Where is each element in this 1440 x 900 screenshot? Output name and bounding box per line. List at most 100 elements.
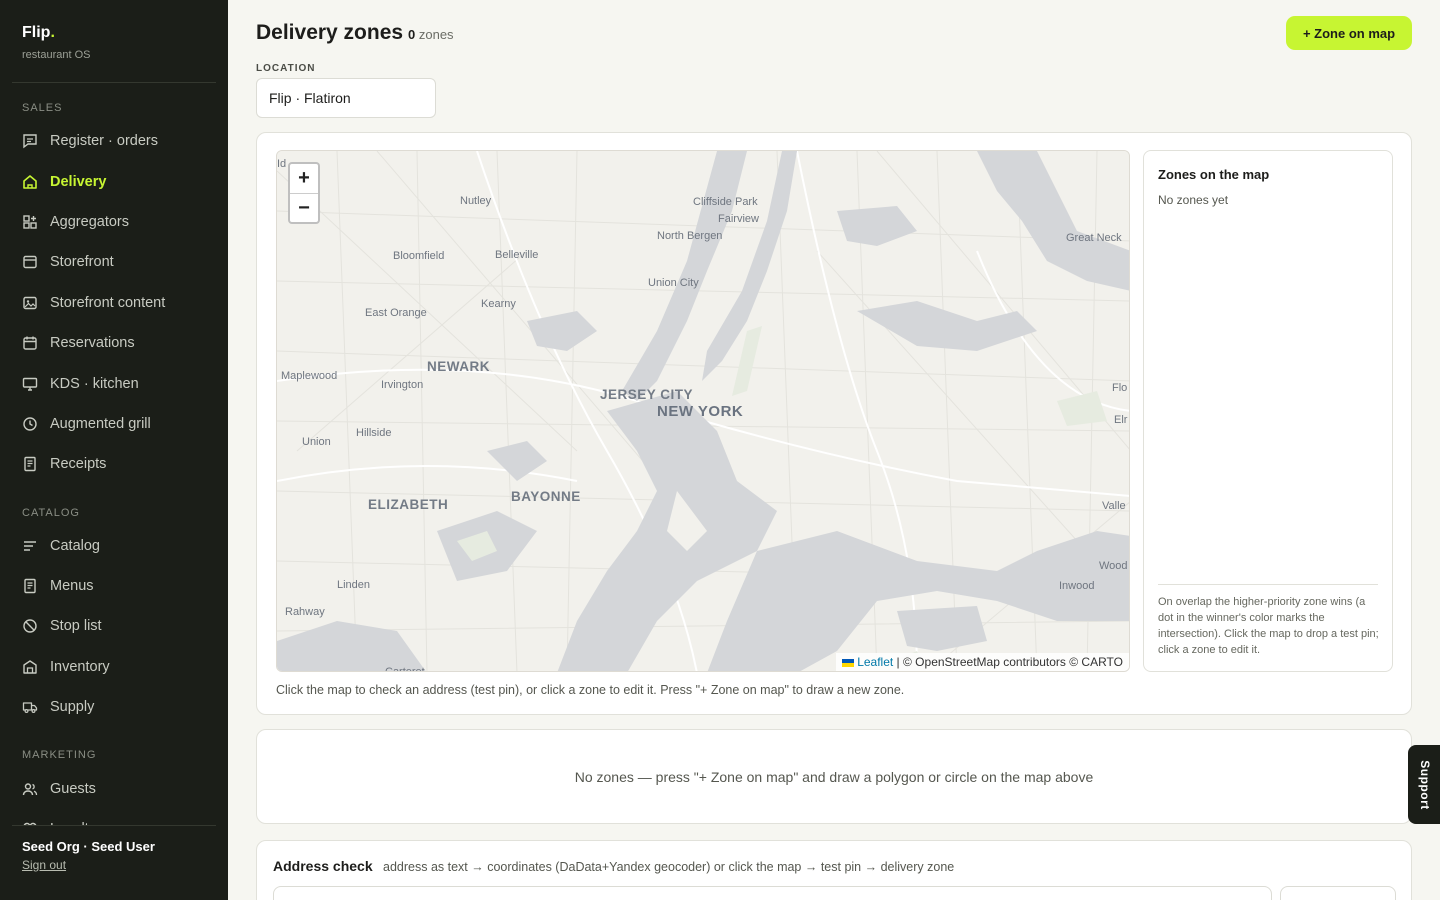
- map-label: Valle: [1102, 500, 1126, 512]
- clock-icon: [22, 416, 38, 432]
- map-label: Id: [277, 158, 287, 170]
- section-label-marketing: MARKETING: [22, 749, 97, 762]
- address-input[interactable]: [273, 886, 1272, 900]
- location-select[interactable]: Flip · Flatiron: [256, 78, 436, 118]
- map-label: Elr: [1114, 414, 1128, 426]
- sidebar-item-catalog[interactable]: Catalog: [0, 526, 228, 566]
- map-label: Rahway: [285, 606, 325, 618]
- sidebar-item-label: Storefront content: [50, 294, 166, 311]
- sidebar-item-label: Aggregators: [50, 213, 129, 230]
- document-icon: [22, 456, 38, 472]
- sidebar-nav: SALES Register · orders Delivery Aggregator…: [0, 83, 228, 849]
- sidebar: Flip. restaurant OS SALES Register · orde…: [0, 0, 228, 900]
- browser-window-icon: [22, 254, 38, 270]
- zones-panel-title: Zones on the map: [1158, 167, 1270, 182]
- empty-zones-text: No zones — press "+ Zone on map" and dra…: [574, 768, 1094, 785]
- location-label: LOCATION: [256, 63, 316, 74]
- sidebar-item-label: Storefront: [50, 254, 114, 271]
- sidebar-item-label: KDS · kitchen: [50, 375, 139, 392]
- sidebar-item-label: Supply: [50, 699, 95, 716]
- zones-empty-text: No zones yet: [1158, 193, 1229, 207]
- support-label: Support: [1418, 759, 1432, 810]
- map-label: Union City: [648, 277, 699, 289]
- sidebar-item-label: Receipts: [50, 456, 107, 473]
- brand-name[interactable]: Flip.: [22, 24, 206, 42]
- map-label: Hillside: [356, 427, 392, 439]
- map-label: Union: [302, 436, 331, 448]
- sidebar-item-label: Menus: [50, 578, 94, 595]
- warehouse-icon: [22, 659, 38, 675]
- add-zone-button[interactable]: + Zone on map: [1286, 16, 1412, 50]
- sidebar-item-label: Catalog: [50, 537, 100, 554]
- sidebar-item-guests[interactable]: Guests: [0, 768, 228, 808]
- map-label: Great Neck: [1066, 232, 1122, 244]
- map-label: Irvington: [381, 379, 424, 391]
- map-label: Maplewood: [281, 370, 338, 382]
- brand-subtitle: restaurant OS: [22, 49, 91, 61]
- zone-count: 0 zones: [408, 27, 454, 42]
- sidebar-item-label: Stop list: [50, 618, 102, 635]
- truck-icon: [22, 699, 38, 715]
- map-label: Linden: [337, 579, 371, 591]
- sidebar-footer: Seed Org · Seed User Sign out: [0, 825, 228, 900]
- sidebar-item-inventory[interactable]: Inventory: [0, 647, 228, 687]
- calendar-icon: [22, 335, 38, 351]
- address-check-subtitle: address as text → coordinates (DaData+Ya…: [383, 860, 955, 874]
- map-label: Kearny: [481, 298, 516, 310]
- sidebar-item-delivery[interactable]: Delivery: [0, 161, 228, 201]
- zones-panel: Zones on the map No zones yet On overlap…: [1143, 150, 1393, 672]
- section-label-catalog: CATALOG: [22, 506, 80, 519]
- map-hint: Click the map to check an address (test …: [276, 683, 905, 697]
- sidebar-item-storefront[interactable]: Storefront: [0, 242, 228, 282]
- sign-out-link[interactable]: Sign out: [0, 854, 228, 872]
- sidebar-item-register-orders[interactable]: Register · orders: [0, 121, 228, 161]
- support-tab[interactable]: Support: [1408, 745, 1440, 824]
- list-icon: [22, 538, 38, 554]
- address-check-title: Address check: [273, 858, 373, 874]
- map-label: East Orange: [365, 307, 427, 319]
- map-label: NEW YORK: [657, 403, 744, 420]
- zoom-in-button[interactable]: +: [290, 164, 318, 193]
- map-label: Inwood: [1059, 580, 1095, 592]
- brand-name-text: Flip: [22, 24, 51, 41]
- document-icon: [22, 578, 38, 594]
- map-label: Wood: [1099, 560, 1128, 572]
- grid-plus-icon: [22, 214, 38, 230]
- attribution-text: | © OpenStreetMap contributors © CARTO: [893, 655, 1123, 669]
- home-icon: [22, 174, 38, 190]
- map-card: Nutley Cliffside Park Fairview North Bergen…: [256, 132, 1412, 715]
- map[interactable]: Nutley Cliffside Park Fairview North Bergen…: [276, 150, 1130, 672]
- user-name: Seed Org · Seed User: [22, 839, 155, 854]
- map-label: NEWARK: [427, 359, 490, 374]
- page-title: Delivery zones: [256, 21, 404, 44]
- image-icon: [22, 295, 38, 311]
- sidebar-item-aggregators[interactable]: Aggregators: [0, 202, 228, 242]
- sidebar-item-receipts[interactable]: Receipts: [0, 444, 228, 484]
- sidebar-item-kds-kitchen[interactable]: KDS · kitchen: [0, 363, 228, 403]
- address-check-button[interactable]: [1280, 886, 1396, 900]
- zoom-out-button[interactable]: −: [290, 193, 318, 222]
- sidebar-item-augmented-grill[interactable]: Augmented grill: [0, 404, 228, 444]
- leaflet-link[interactable]: Leaflet: [857, 655, 893, 669]
- map-attribution: Leaflet | © OpenStreetMap contributors ©…: [836, 653, 1129, 671]
- zones-divider: [1158, 584, 1378, 585]
- map-label: Fairview: [718, 213, 759, 225]
- map-label: Cliffside Park: [693, 196, 758, 208]
- map-label: Nutley: [460, 195, 492, 207]
- sidebar-item-label: Augmented grill: [50, 415, 151, 432]
- sidebar-item-menus[interactable]: Menus: [0, 566, 228, 606]
- ukraine-flag-icon: [842, 658, 855, 667]
- map-label: North Bergen: [657, 230, 723, 242]
- sidebar-item-reservations[interactable]: Reservations: [0, 323, 228, 363]
- users-icon: [22, 781, 38, 797]
- map-label: BAYONNE: [511, 489, 581, 504]
- sidebar-item-stop-list[interactable]: Stop list: [0, 606, 228, 646]
- sidebar-item-label: Reservations: [50, 335, 135, 352]
- zoom-control: + −: [288, 162, 320, 224]
- zone-count-suffix: zones: [418, 27, 454, 42]
- map-label: JERSEY CITY: [600, 387, 694, 402]
- ban-icon: [22, 618, 38, 634]
- sidebar-item-storefront-content[interactable]: Storefront content: [0, 283, 228, 323]
- map-label: Belleville: [495, 249, 539, 261]
- sidebar-item-supply[interactable]: Supply: [0, 687, 228, 727]
